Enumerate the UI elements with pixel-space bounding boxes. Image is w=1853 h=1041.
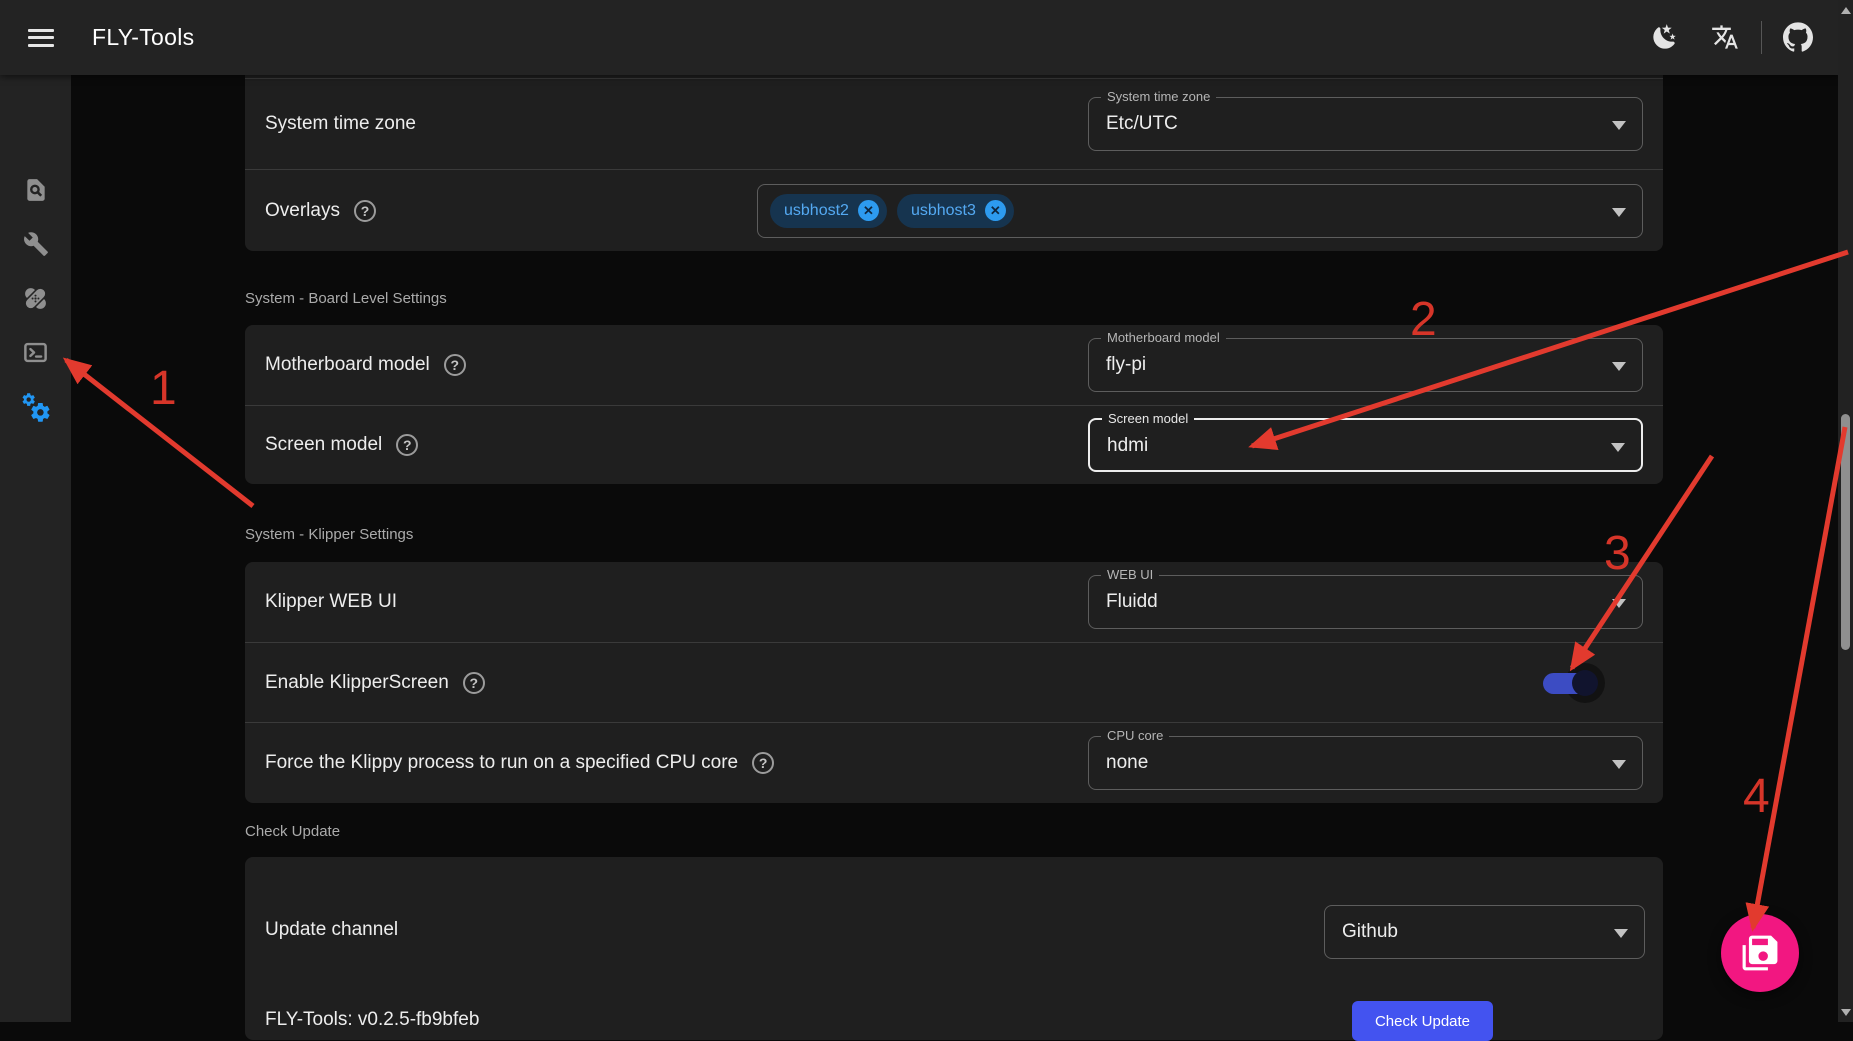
chip-close-icon[interactable]: ✕ bbox=[985, 200, 1006, 221]
translate-icon bbox=[1711, 23, 1739, 51]
row-label: Motherboard model bbox=[265, 354, 430, 376]
settings-card-update: Update channel Github FLY-Tools: v0.2.5-… bbox=[245, 857, 1663, 1040]
chevron-down-icon bbox=[1612, 208, 1626, 217]
row-system-time-zone: System time zone System time zone Etc/UT… bbox=[245, 79, 1663, 169]
row-overlays: Overlays ? usbhost2 ✕ usbhost3 ✕ bbox=[245, 170, 1663, 251]
row-label: System time zone bbox=[265, 113, 416, 135]
sidebar bbox=[0, 75, 71, 1022]
section-header-klipper: System - Klipper Settings bbox=[245, 526, 413, 543]
save-all-icon bbox=[1741, 934, 1779, 972]
screen-model-select[interactable]: Screen model hdmi bbox=[1088, 418, 1643, 472]
save-fab-button[interactable] bbox=[1721, 914, 1799, 992]
sidebar-item-patches[interactable] bbox=[0, 276, 71, 320]
scrollbar-up-arrow[interactable] bbox=[1838, 2, 1853, 18]
bandage-icon bbox=[22, 285, 49, 312]
row-label: Screen model bbox=[265, 434, 382, 456]
timezone-select[interactable]: System time zone Etc/UTC bbox=[1088, 97, 1643, 151]
select-value: fly-pi bbox=[1106, 339, 1146, 391]
row-klipper-web-ui: Klipper WEB UI WEB UI Fluidd bbox=[245, 562, 1663, 642]
overlays-select[interactable]: usbhost2 ✕ usbhost3 ✕ bbox=[757, 184, 1643, 238]
overlay-chip: usbhost3 ✕ bbox=[897, 194, 1014, 228]
annotation-arrow-4 bbox=[1753, 427, 1845, 928]
toggle-thumb bbox=[1572, 670, 1598, 696]
select-value: Fluidd bbox=[1106, 576, 1158, 628]
update-channel-select[interactable]: Github bbox=[1324, 905, 1645, 959]
help-icon[interactable]: ? bbox=[463, 672, 485, 694]
help-icon[interactable]: ? bbox=[354, 200, 376, 222]
row-label: Force the Klippy process to run on a spe… bbox=[265, 752, 738, 774]
wrench-icon bbox=[23, 231, 49, 257]
row-cpu-core: Force the Klippy process to run on a spe… bbox=[245, 723, 1663, 803]
sidebar-item-logs[interactable] bbox=[0, 168, 71, 212]
scrollbar-thumb[interactable] bbox=[1841, 414, 1850, 650]
scrollbar-down-arrow[interactable] bbox=[1838, 1004, 1853, 1020]
row-motherboard-model: Motherboard model ? Motherboard model fl… bbox=[245, 325, 1663, 405]
sidebar-item-terminal[interactable] bbox=[0, 330, 71, 374]
topbar-divider bbox=[1761, 21, 1762, 54]
annotation-arrow-1 bbox=[66, 360, 253, 506]
file-search-icon bbox=[23, 177, 49, 203]
select-value: hdmi bbox=[1107, 420, 1148, 472]
app-title: FLY-Tools bbox=[92, 24, 194, 51]
motherboard-select[interactable]: Motherboard model fly-pi bbox=[1088, 338, 1643, 392]
select-value: none bbox=[1106, 737, 1148, 789]
chevron-down-icon bbox=[1612, 121, 1626, 130]
klipperscreen-toggle[interactable] bbox=[1543, 662, 1605, 704]
night-mode-icon bbox=[1651, 23, 1679, 51]
annotation-number-1: 1 bbox=[150, 361, 177, 416]
cpu-core-select[interactable]: CPU core none bbox=[1088, 736, 1643, 790]
night-mode-button[interactable] bbox=[1646, 18, 1684, 56]
chip-label: usbhost2 bbox=[784, 202, 849, 220]
menu-icon[interactable] bbox=[28, 24, 54, 50]
settings-gears-icon bbox=[20, 392, 52, 424]
section-header-board: System - Board Level Settings bbox=[245, 290, 447, 307]
chip-row: usbhost2 ✕ usbhost3 ✕ bbox=[770, 185, 1014, 237]
check-update-button[interactable]: Check Update bbox=[1352, 1001, 1493, 1041]
translate-button[interactable] bbox=[1706, 18, 1744, 56]
chevron-down-icon bbox=[1612, 362, 1626, 371]
section-header-update: Check Update bbox=[245, 823, 340, 840]
app-bar: FLY-Tools bbox=[0, 0, 1838, 75]
help-icon[interactable]: ? bbox=[752, 752, 774, 774]
chevron-down-icon bbox=[1611, 443, 1625, 452]
settings-card-board: Motherboard model ? Motherboard model fl… bbox=[245, 325, 1663, 484]
settings-card-klipper: Klipper WEB UI WEB UI Fluidd Enable Klip… bbox=[245, 562, 1663, 803]
row-screen-model: Screen model ? Screen model hdmi bbox=[245, 406, 1663, 484]
terminal-icon bbox=[22, 339, 49, 366]
version-label: FLY-Tools: v0.2.5-fb9bfeb bbox=[265, 1009, 479, 1031]
select-value: Etc/UTC bbox=[1106, 98, 1178, 150]
web-ui-select[interactable]: WEB UI Fluidd bbox=[1088, 575, 1643, 629]
row-enable-klipperscreen: Enable KlipperScreen ? bbox=[245, 643, 1663, 722]
github-icon bbox=[1783, 22, 1813, 52]
chip-close-icon[interactable]: ✕ bbox=[858, 200, 879, 221]
github-button[interactable] bbox=[1779, 18, 1817, 56]
select-value: Github bbox=[1342, 906, 1398, 958]
row-label: Klipper WEB UI bbox=[265, 591, 397, 613]
chevron-down-icon bbox=[1612, 599, 1626, 608]
row-label: Enable KlipperScreen bbox=[265, 672, 449, 694]
overlay-chip: usbhost2 ✕ bbox=[770, 194, 887, 228]
scrollbar bbox=[1838, 0, 1853, 1022]
chip-label: usbhost3 bbox=[911, 202, 976, 220]
row-label: Overlays bbox=[265, 200, 340, 222]
help-icon[interactable]: ? bbox=[396, 434, 418, 456]
annotation-number-4: 4 bbox=[1743, 769, 1770, 824]
help-icon[interactable]: ? bbox=[444, 354, 466, 376]
chevron-down-icon bbox=[1612, 760, 1626, 769]
sidebar-item-settings[interactable] bbox=[0, 386, 71, 430]
sidebar-item-tools[interactable] bbox=[0, 222, 71, 266]
row-label: Update channel bbox=[265, 919, 398, 941]
chevron-down-icon bbox=[1614, 929, 1628, 938]
